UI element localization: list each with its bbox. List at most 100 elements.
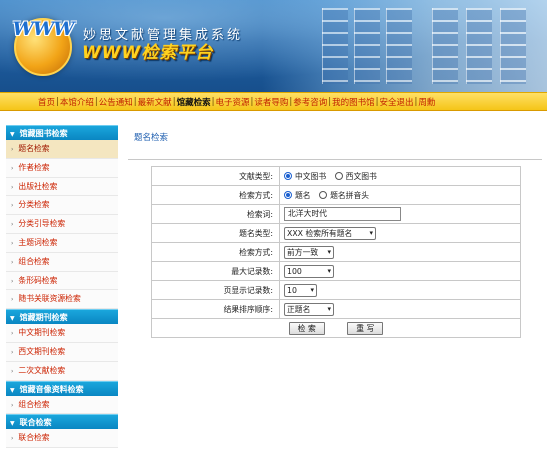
option-label: 题名 — [295, 190, 311, 200]
max-records-select[interactable]: 100 ▾ — [284, 264, 334, 278]
nav-item[interactable]: 最新文献 — [138, 96, 172, 108]
sidebar-section-header[interactable]: ▼ 馆藏音像资料检索 — [6, 380, 118, 396]
sidebar-item[interactable]: › 题名检索 — [6, 140, 118, 159]
match-mode-label: 检索方式: — [151, 242, 280, 262]
bookshelf-column — [386, 8, 412, 84]
bookshelf-column — [354, 8, 380, 84]
chevron-down-icon: ▾ — [327, 247, 331, 256]
page-size-select[interactable]: 10 ▾ — [284, 283, 317, 297]
sidebar-section-title: 馆藏图书检索 — [19, 129, 68, 138]
search-mode-option-title[interactable]: 题名 — [284, 190, 311, 201]
logo-text: WWW — [12, 18, 74, 40]
chevron-right-icon: › — [11, 296, 14, 304]
sidebar-item-label: 主题词检索 — [18, 237, 58, 247]
nav-item[interactable]: 读者导购 — [254, 96, 288, 108]
select-value: 前方一致 — [287, 247, 319, 257]
chevron-right-icon: › — [11, 183, 14, 191]
radio-icon[interactable] — [334, 171, 343, 180]
search-mode-option-pinyin[interactable]: 题名拼音头 — [319, 190, 369, 201]
nav-item[interactable]: 电子资源 — [215, 96, 249, 108]
sidebar-item[interactable]: › 随书关联资源检索 — [6, 290, 118, 310]
sidebar-section-title: 联合检索 — [19, 418, 52, 428]
title-type-label: 题名类型: — [151, 223, 280, 243]
keyword-label: 检索词: — [151, 204, 280, 224]
doc-type-options: 中文图书 西文图书 — [279, 166, 521, 186]
max-records-label: 最大记录数: — [151, 261, 280, 281]
title-type-select[interactable]: XXX 检索所有题名 ▾ — [284, 226, 376, 240]
chevron-right-icon: › — [11, 348, 14, 356]
sidebar: ▼ 馆藏图书检索 › 题名检索 › 作者检索 › 出版社检索 › 分类检索 › 分类引导检索 › 主题词检… — [6, 125, 118, 466]
sidebar-item[interactable]: › 组合检索 — [6, 252, 118, 272]
sidebar-item[interactable]: › 联合检索 — [6, 429, 118, 449]
sidebar-item-label: 组合检索 — [18, 256, 50, 266]
radio-icon[interactable] — [284, 171, 292, 180]
doc-type-label: 文献类型: — [151, 166, 280, 186]
sidebar-item-label: 分类检索 — [18, 200, 50, 210]
nav-item[interactable]: 本馆介绍 — [60, 96, 94, 108]
sidebar-section-header[interactable]: ▼ 馆藏期刊检索 — [6, 309, 118, 325]
reset-button[interactable]: 重 写 — [347, 321, 384, 335]
keyword-input[interactable]: 北洋大时代 — [284, 207, 401, 221]
header-banner: WWW 妙思文献管理集成系统 WWW检索平台 — [0, 0, 547, 92]
search-form: 文献类型: 中文图书 西文图书 检索方式: 题名 题名拼音头 检索词: 北洋大时… — [151, 166, 521, 338]
select-value: XXX 检索所有题名 — [287, 228, 353, 238]
sidebar-item-label: 联合检索 — [18, 433, 50, 443]
bookshelf-column — [322, 8, 348, 84]
chevron-right-icon: › — [11, 277, 14, 285]
sort-order-select[interactable]: 正题名 ▾ — [284, 302, 334, 316]
nav-item[interactable]: 周勳 — [418, 96, 435, 108]
sidebar-section-header[interactable]: ▼ 联合检索 — [6, 414, 118, 430]
nav-item[interactable]: 首页 — [38, 96, 55, 108]
bookshelf-column — [500, 8, 526, 84]
select-value: 正题名 — [287, 304, 311, 314]
page-title: 题名检索 — [134, 133, 169, 143]
chevron-right-icon: › — [11, 330, 14, 338]
nav-item[interactable]: 参考咨询 — [293, 96, 327, 108]
chevron-down-icon: ▾ — [369, 228, 373, 237]
match-mode-select[interactable]: 前方一致 ▾ — [284, 245, 334, 259]
doc-type-option-western[interactable]: 西文图书 — [334, 171, 377, 182]
sidebar-item[interactable]: › 出版社检索 — [6, 177, 118, 197]
title-divider — [128, 159, 542, 160]
page-size-label: 页显示记录数: — [151, 280, 280, 300]
sidebar-item[interactable]: › 中文期刊检索 — [6, 324, 118, 343]
sidebar-item-label: 作者检索 — [18, 162, 50, 172]
sidebar-item-label: 随书关联资源检索 — [18, 294, 81, 304]
sidebar-item[interactable]: › 作者检索 — [6, 158, 118, 178]
sidebar-item-label: 出版社检索 — [18, 181, 58, 191]
sidebar-item[interactable]: › 组合检索 — [6, 395, 118, 415]
nav-item[interactable]: 馆藏检索 — [177, 96, 211, 108]
chevron-right-icon: › — [11, 239, 14, 247]
sidebar-section-header[interactable]: ▼ 馆藏图书检索 — [6, 125, 118, 140]
search-button[interactable]: 检 索 — [288, 321, 325, 335]
sidebar-item-label: 中文期刊检索 — [18, 328, 66, 338]
nav-item[interactable]: 公告通知 — [99, 96, 133, 108]
chevron-right-icon: › — [11, 164, 14, 172]
bookshelf-image — [262, 0, 547, 92]
chevron-down-icon: ▾ — [327, 304, 331, 313]
sidebar-item-label: 题名检索 — [18, 144, 50, 153]
chevron-right-icon: › — [11, 401, 14, 409]
sidebar-item[interactable]: › 分类检索 — [6, 196, 118, 216]
chevron-right-icon: › — [11, 367, 14, 375]
search-mode-label: 检索方式: — [151, 185, 280, 205]
sidebar-item-label: 二次文献检索 — [18, 365, 66, 375]
chevron-right-icon: › — [11, 202, 14, 210]
system-subtitle: WWW检索平台 — [82, 43, 214, 63]
sidebar-section-title: 馆藏音像资料检索 — [19, 384, 84, 394]
doc-type-option-chinese[interactable]: 中文图书 — [284, 171, 326, 182]
sidebar-item[interactable]: › 分类引导检索 — [6, 215, 118, 234]
radio-icon[interactable] — [284, 190, 292, 199]
top-nav: 首页 | 本馆介绍 | 公告通知 | 最新文献 | 馆藏检索 | 电子资源 | 读者导购 | 参考咨询 | 我的… — [0, 92, 547, 111]
select-value: 100 — [287, 266, 302, 276]
nav-item[interactable]: 安全退出 — [380, 96, 414, 108]
sidebar-item[interactable]: › 西文期刊检索 — [6, 342, 118, 362]
radio-icon[interactable] — [319, 190, 328, 199]
sidebar-item[interactable]: › 条形码检索 — [6, 271, 118, 291]
sidebar-item[interactable]: › 二次文献检索 — [6, 361, 118, 381]
chevron-right-icon: › — [11, 146, 14, 153]
sidebar-item[interactable]: › 主题词检索 — [6, 233, 118, 253]
nav-item[interactable]: 我的图书馆 — [332, 96, 375, 108]
search-mode-options: 题名 题名拼音头 — [279, 185, 521, 205]
sidebar-item-label: 组合检索 — [18, 399, 50, 409]
